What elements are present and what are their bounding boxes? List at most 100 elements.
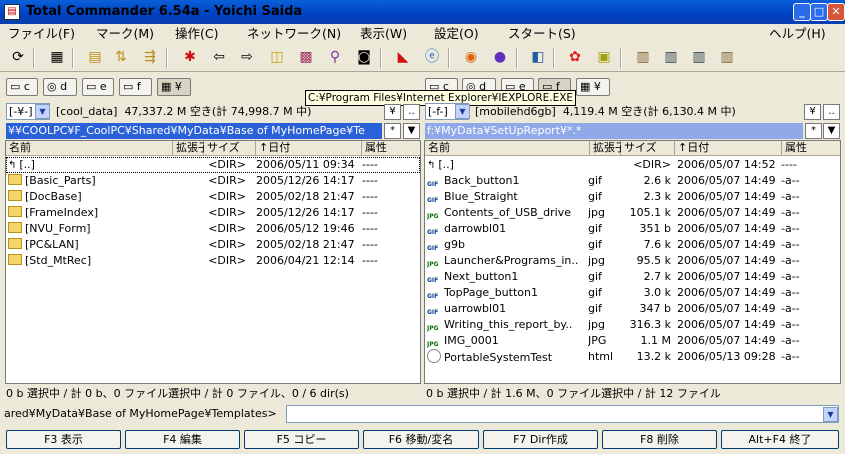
f7-mkdir-button[interactable]: F7 Dir作成: [483, 430, 598, 449]
left-drive-d-button[interactable]: ◎ d: [43, 78, 77, 96]
left-drive-f-button[interactable]: ▭ f: [119, 78, 152, 96]
file-row[interactable]: JPG IMG_0001 JPG 1.1 M 2006/05/07 14:49 -a--: [425, 333, 840, 349]
file-row[interactable]: JPG Launcher&Programs_in.. jpg 95.5 k 2006/0…: [425, 253, 840, 269]
brief-view-icon[interactable]: ▦: [46, 47, 68, 69]
minimize-button[interactable]: _: [793, 3, 811, 21]
column-header-ext[interactable]: 拡張子: [173, 141, 209, 156]
menu-view[interactable]: 表示(W): [360, 24, 407, 44]
left-root-button[interactable]: ¥: [384, 104, 401, 120]
chevron-down-icon[interactable]: ▼: [35, 104, 50, 119]
ftp-icon[interactable]: ◙: [353, 47, 375, 69]
sort-icon[interactable]: ⇶: [139, 47, 161, 69]
right-root-button[interactable]: ¥: [804, 104, 821, 120]
file-row[interactable]: JPG Writing_this_report_by.. jpg 316.3 k 200…: [425, 317, 840, 333]
back-icon[interactable]: ⇦: [208, 47, 230, 69]
menu-commands[interactable]: 操作(C): [175, 24, 218, 44]
left-history-button[interactable]: ▼: [403, 123, 420, 139]
forward-icon[interactable]: ⇨: [236, 47, 258, 69]
column-header-name[interactable]: 名前: [425, 141, 590, 156]
menu-mark[interactable]: マーク(M): [96, 24, 154, 44]
right-network-drive-button[interactable]: ▦ ¥: [576, 78, 610, 96]
file-cabinet-3-icon[interactable]: ▥: [688, 47, 710, 69]
file-date-cell: 2005/12/26 14:17: [256, 174, 355, 187]
chevron-down-icon[interactable]: ▼: [823, 407, 838, 422]
column-header-attr[interactable]: 属性: [782, 141, 840, 156]
file-row[interactable]: [Basic_Parts] <DIR> 2005/12/26 14:17 ----: [6, 173, 420, 189]
column-header-name[interactable]: 名前: [6, 141, 173, 156]
left-filter-button[interactable]: *: [384, 123, 401, 139]
notepad-icon[interactable]: ◧: [527, 47, 549, 69]
pack-icon[interactable]: ◫: [266, 47, 288, 69]
file-row[interactable]: PortableSystemTest html 13.2 k 2006/05/13 0…: [425, 349, 840, 365]
file-row[interactable]: GIF Back_button1 gif 2.6 k 2006/05/07 14:49-…: [425, 173, 840, 189]
right-file-panel[interactable]: 名前 拡張子 サイズ ↑日付 属性 ↰ [..] <DIR> 2006/05/07 1…: [424, 140, 841, 384]
file-ext-cell: [174, 157, 204, 173]
file-row[interactable]: JPG Contents_of_USB_drive jpg 105.1 k 2006/0…: [425, 205, 840, 221]
refresh-icon[interactable]: ⟳: [7, 47, 29, 69]
file-row[interactable]: GIF g9b gif 7.6 k 2006/05/07 14:49 -a--: [425, 237, 840, 253]
menu-configuration[interactable]: 設定(O): [434, 24, 479, 44]
column-header-date[interactable]: ↑日付: [256, 141, 362, 156]
chevron-down-icon[interactable]: ▼: [455, 104, 470, 119]
file-row[interactable]: [FrameIndex] <DIR> 2005/12/26 14:17 ----: [6, 205, 420, 221]
left-volume-info: [cool_data] 47,337.2 M 空き(計 74,998.7 M 中…: [56, 105, 312, 118]
column-header-date[interactable]: ↑日付: [675, 141, 782, 156]
alt-f4-exit-button[interactable]: Alt+F4 終了: [721, 430, 839, 449]
file-size-cell: 3.0 k: [643, 286, 671, 299]
maximize-button[interactable]: □: [810, 3, 828, 21]
find-icon[interactable]: ⚲: [324, 47, 346, 69]
f6-move-button[interactable]: F6 移動/変名: [363, 430, 479, 449]
column-header-ext[interactable]: 拡張子: [590, 141, 626, 156]
file-row[interactable]: GIF TopPage_button1 gif 3.0 k 2006/05/07 14:…: [425, 285, 840, 301]
f3-view-button[interactable]: F3 表示: [6, 430, 121, 449]
f8-delete-button[interactable]: F8 削除: [602, 430, 717, 449]
flower-icon[interactable]: ✿: [564, 47, 586, 69]
f5-copy-button[interactable]: F5 コピー: [244, 430, 359, 449]
file-row[interactable]: GIF darrowbl01 gif 351 b 2006/05/07 14:49 -a-…: [425, 221, 840, 237]
file-cabinet-1-icon[interactable]: ▥: [632, 47, 654, 69]
menu-network[interactable]: ネットワーク(N): [247, 24, 341, 44]
media-icon[interactable]: ●: [489, 47, 511, 69]
left-drive-c-button[interactable]: ▭ c: [6, 78, 38, 96]
app-icon[interactable]: ▤: [4, 4, 20, 20]
column-header-size[interactable]: サイズ: [204, 141, 256, 156]
f4-edit-button[interactable]: F4 編集: [125, 430, 240, 449]
invert-selection-icon[interactable]: ✱: [179, 47, 201, 69]
full-view-icon[interactable]: ▤: [84, 47, 106, 69]
tree-icon[interactable]: ⇅: [110, 47, 132, 69]
left-network-drive-button[interactable]: ▦ ¥: [157, 78, 191, 96]
acrobat-icon[interactable]: ◣: [392, 47, 414, 69]
left-drive-e-button[interactable]: ▭ e: [82, 78, 114, 96]
column-header-size[interactable]: サイズ: [621, 141, 675, 156]
file-cabinet-4-icon[interactable]: ▥: [716, 47, 738, 69]
command-input[interactable]: [286, 405, 839, 423]
file-row[interactable]: [Std_MtRec] <DIR> 2006/04/21 12:14 ----: [6, 253, 420, 269]
file-row[interactable]: ↰ [..] <DIR> 2006/05/11 09:34 ----: [6, 157, 420, 173]
file-row[interactable]: GIF uarrowbl01 gif 347 b 2006/05/07 14:49 -a-…: [425, 301, 840, 317]
network-icon: ▦: [580, 80, 594, 93]
right-filter-button[interactable]: *: [805, 123, 822, 139]
file-cabinet-2-icon[interactable]: ▥: [660, 47, 682, 69]
menu-file[interactable]: ファイル(F): [8, 24, 75, 44]
close-button[interactable]: ✕: [827, 3, 845, 21]
unpack-icon[interactable]: ▩: [295, 47, 317, 69]
right-path-bar[interactable]: f:¥MyData¥SetUpReport¥*.*: [425, 123, 803, 139]
right-history-button[interactable]: ▼: [823, 123, 840, 139]
left-file-panel[interactable]: 名前 拡張子 サイズ ↑日付 属性 ↰ [..] <DIR> 2006/05/11 0…: [5, 140, 421, 384]
file-ext-cell: html: [588, 350, 614, 363]
file-row[interactable]: GIF Next_button1 gif 2.7 k 2006/05/07 14:49-…: [425, 269, 840, 285]
firefox-icon[interactable]: ◉: [460, 47, 482, 69]
image-icon[interactable]: ▣: [593, 47, 615, 69]
menu-start[interactable]: スタート(S): [508, 24, 576, 44]
left-up-button[interactable]: ..: [403, 104, 420, 120]
file-row[interactable]: [DocBase] <DIR> 2005/02/18 21:47 ----: [6, 189, 420, 205]
file-row[interactable]: [NVU_Form] <DIR> 2006/05/12 19:46 ----: [6, 221, 420, 237]
right-up-button[interactable]: ..: [823, 104, 840, 120]
file-row[interactable]: ↰ [..] <DIR> 2006/05/07 14:52 ----: [425, 157, 840, 173]
internet-explorer-icon[interactable]: ⓔ: [421, 47, 443, 69]
file-row[interactable]: GIF Blue_Straight gif 2.3 k 2006/05/07 14:49…: [425, 189, 840, 205]
column-header-attr[interactable]: 属性: [362, 141, 420, 156]
left-path-bar[interactable]: ¥¥COOLPC¥F_CoolPC¥Shared¥MyData¥Base of …: [6, 123, 382, 139]
file-row[interactable]: [PC&LAN] <DIR> 2005/02/18 21:47 ----: [6, 237, 420, 253]
menu-help[interactable]: ヘルプ(H): [769, 24, 826, 44]
